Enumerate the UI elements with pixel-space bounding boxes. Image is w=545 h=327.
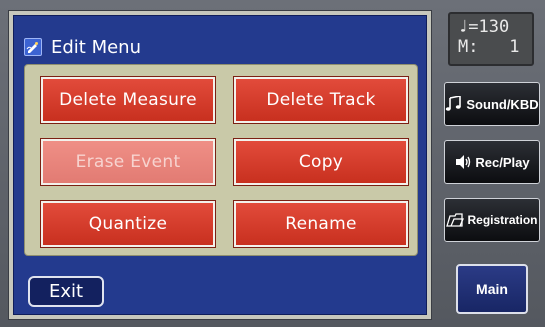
quantize-button[interactable]: Quantize (41, 201, 215, 247)
sound-kbd-label: Sound/KBD (466, 96, 539, 112)
quarter-note-icon: ♩ (458, 17, 469, 37)
copy-button[interactable]: Copy (234, 139, 408, 185)
folder-icon (446, 213, 465, 227)
tempo-value: =130 (468, 17, 510, 37)
music-note-icon (446, 96, 462, 111)
lcd-display: Edit Menu Delete Measure Delete Track Er… (8, 10, 432, 320)
rec-play-button[interactable]: Rec/Play (444, 140, 540, 184)
delete-track-button[interactable]: Delete Track (234, 77, 408, 123)
rec-play-label: Rec/Play (475, 154, 530, 170)
registration-label: Registration (467, 213, 538, 227)
main-button[interactable]: Main (456, 264, 528, 314)
exit-button[interactable]: Exit (28, 276, 104, 307)
edit-menu-panel: Edit Menu Delete Measure Delete Track Er… (13, 15, 427, 315)
measure-label: M: (458, 37, 479, 57)
rename-button[interactable]: Rename (234, 201, 408, 247)
page-title: Edit Menu (51, 36, 141, 58)
edit-options-group: Delete Measure Delete Track Erase Event … (24, 64, 418, 256)
speaker-icon (456, 155, 471, 169)
measure-value: 1 (509, 37, 520, 57)
instrument-screen: Edit Menu Delete Measure Delete Track Er… (0, 0, 545, 327)
title-bar: Edit Menu (24, 34, 141, 60)
registration-button[interactable]: Registration (444, 198, 540, 242)
tempo-row: ♩=130 (458, 17, 532, 37)
measure-row: M: 1 (458, 37, 532, 57)
erase-event-button[interactable]: Erase Event (41, 139, 215, 185)
delete-measure-button[interactable]: Delete Measure (41, 77, 215, 123)
sound-kbd-button[interactable]: Sound/KBD (444, 82, 540, 126)
edit-menu-icon (24, 38, 42, 56)
tempo-measure-display: ♩=130 M: 1 (448, 12, 534, 66)
